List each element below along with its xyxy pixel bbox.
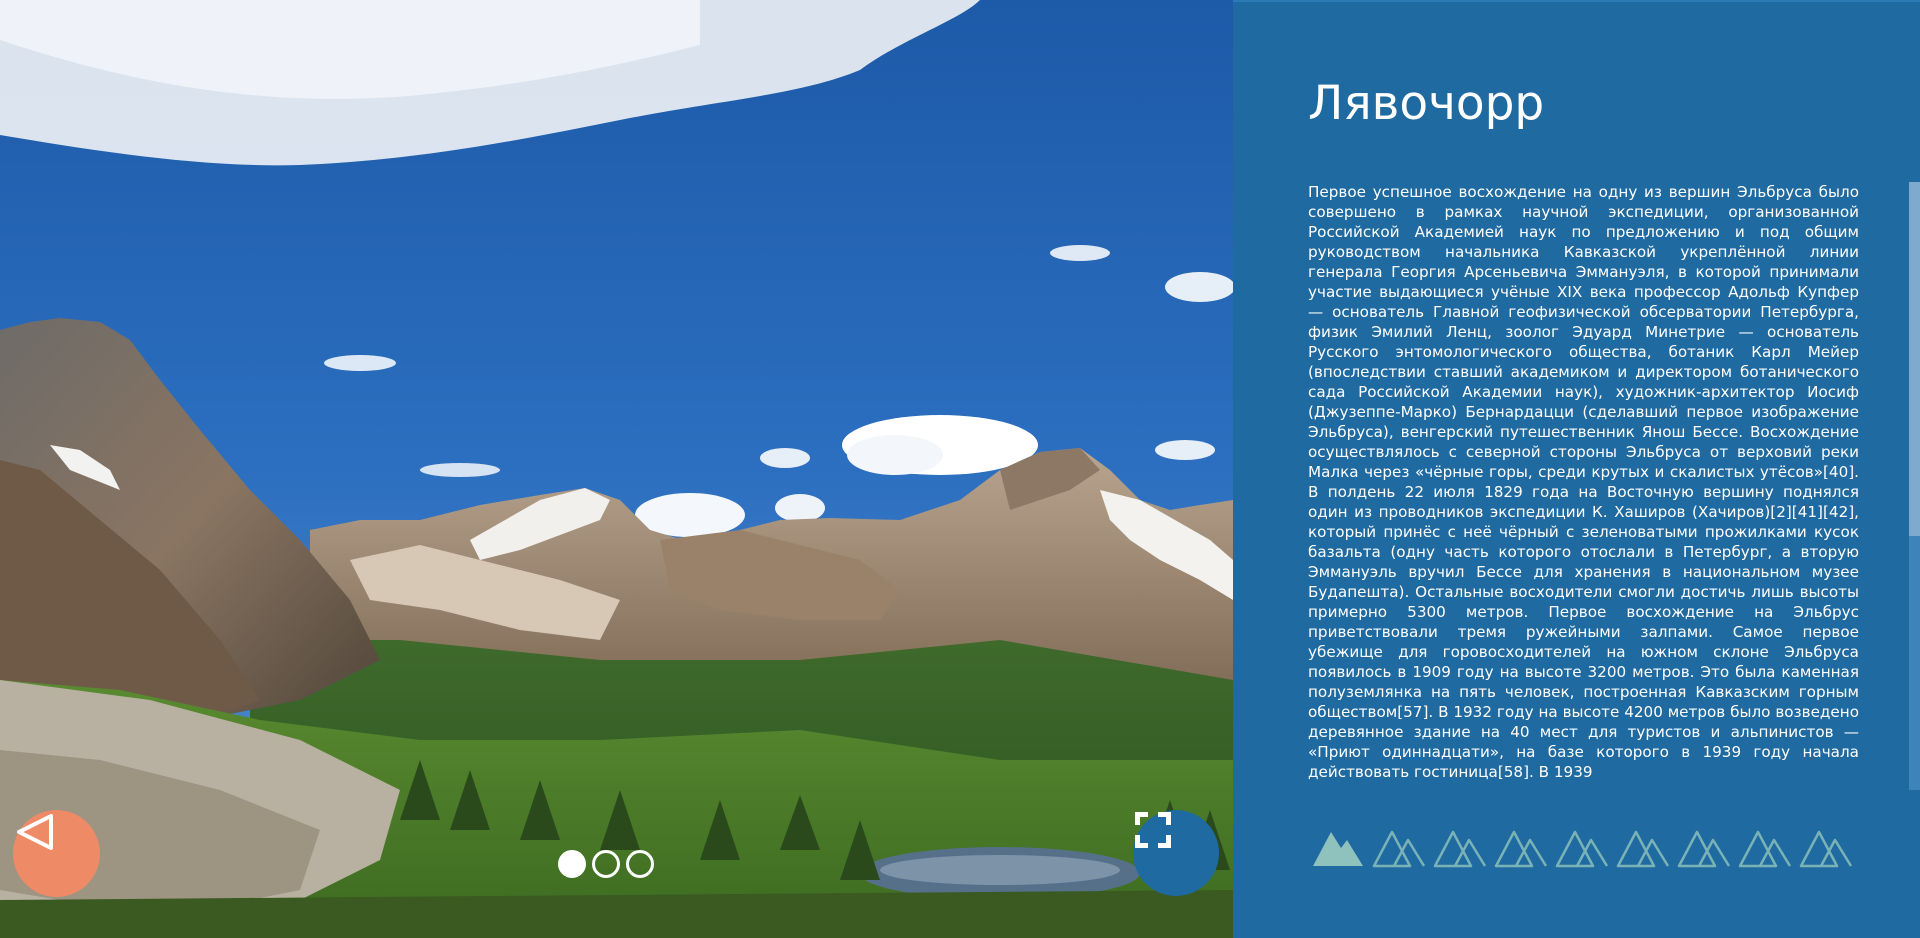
- fullscreen-button[interactable]: [1133, 810, 1219, 896]
- description-scroll-area[interactable]: Первое успешное восхождение на одну из в…: [1308, 182, 1859, 792]
- slide-title: Лявочорр: [1308, 76, 1545, 131]
- thumbnail-1-mountain-icon[interactable]: [1311, 822, 1365, 868]
- slide-dot-3[interactable]: [626, 850, 654, 878]
- slide-description: Первое успешное восхождение на одну из в…: [1308, 183, 1859, 781]
- slide-photo: [0, 0, 1233, 938]
- thumbnail-5-mountain-icon[interactable]: [1555, 822, 1609, 868]
- expand-icon: [1135, 812, 1171, 848]
- thumbnail-strip: [1311, 822, 1853, 868]
- thumbnail-8-mountain-icon[interactable]: [1738, 822, 1792, 868]
- thumbnail-3-mountain-icon[interactable]: [1433, 822, 1487, 868]
- thumbnail-7-mountain-icon[interactable]: [1677, 822, 1731, 868]
- info-panel: Лявочорр Первое успешное восхождение на …: [1233, 0, 1920, 938]
- slide-dot-2[interactable]: [592, 850, 620, 878]
- thumbnail-6-mountain-icon[interactable]: [1616, 822, 1670, 868]
- thumbnail-2-mountain-icon[interactable]: [1372, 822, 1426, 868]
- slide-dots: [558, 850, 654, 878]
- scrollbar-thumb[interactable]: [1909, 182, 1920, 536]
- thumbnail-9-mountain-icon[interactable]: [1799, 822, 1853, 868]
- previous-slide-button[interactable]: [13, 810, 100, 897]
- panel-divider: [1233, 0, 1920, 2]
- slide-dot-1[interactable]: [558, 850, 586, 878]
- mountain-landscape-image: [0, 0, 1233, 938]
- thumbnail-4-mountain-icon[interactable]: [1494, 822, 1548, 868]
- triangle-left-icon: [17, 814, 53, 850]
